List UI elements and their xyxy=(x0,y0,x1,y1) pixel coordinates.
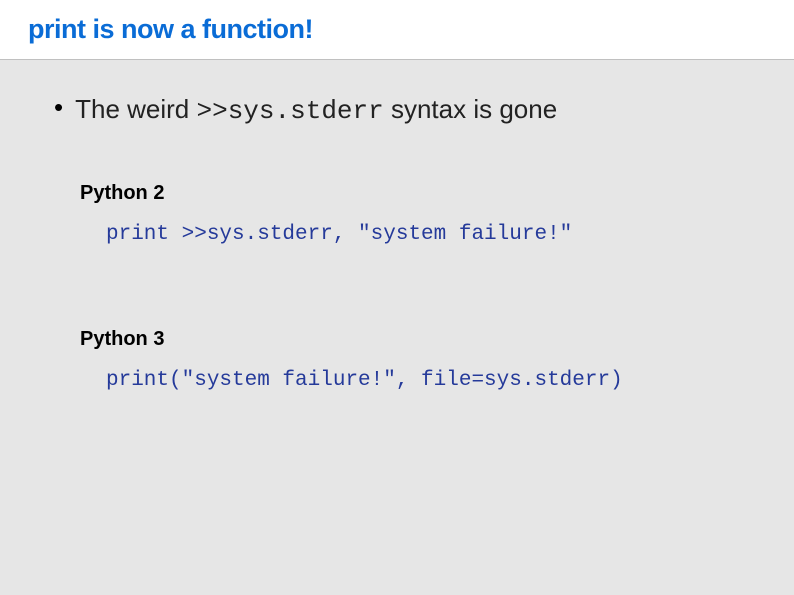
slide-content: • The weird >>sys.stderr syntax is gone … xyxy=(0,60,794,392)
code-line: print("system failure!", file=sys.stderr… xyxy=(106,369,794,392)
bullet-marker: • xyxy=(54,94,63,120)
example-label: Python 3 xyxy=(80,328,794,351)
bullet-text-prefix: The weird xyxy=(75,94,196,124)
inline-code: >>sys.stderr xyxy=(197,96,384,126)
bullet-text-suffix: syntax is gone xyxy=(384,94,557,124)
code-line: print >>sys.stderr, "system failure!" xyxy=(106,223,794,246)
slide-header: print is now a function! xyxy=(0,0,794,60)
example-label: Python 2 xyxy=(80,182,794,205)
bullet-text: The weird >>sys.stderr syntax is gone xyxy=(75,94,557,126)
slide-title: print is now a function! xyxy=(28,14,794,45)
example-python2: Python 2 print >>sys.stderr, "system fai… xyxy=(80,182,794,246)
example-python3: Python 3 print("system failure!", file=s… xyxy=(80,328,794,392)
bullet-point: • The weird >>sys.stderr syntax is gone xyxy=(54,94,794,126)
